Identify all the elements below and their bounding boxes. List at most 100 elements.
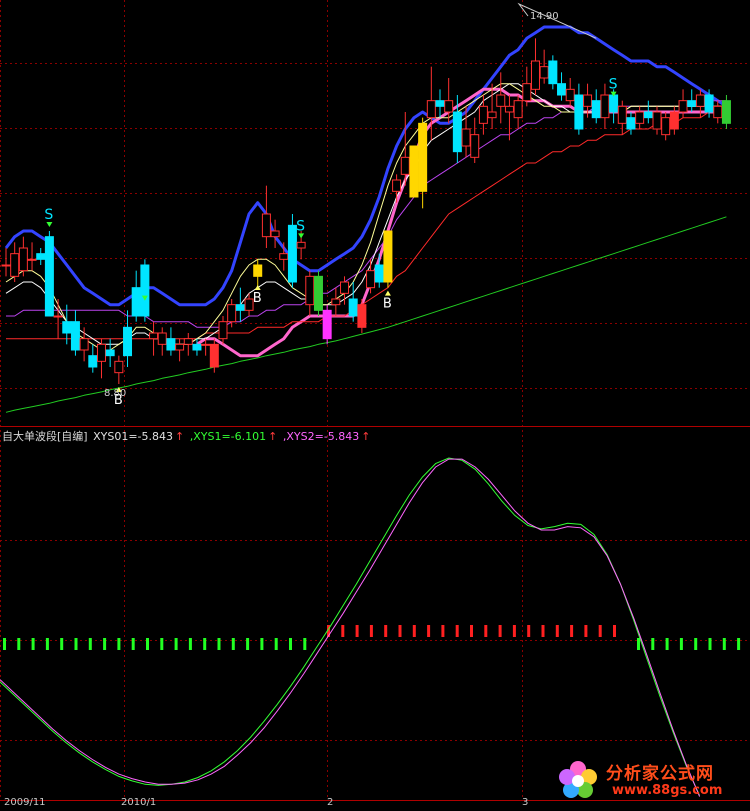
- candle-body: [348, 298, 358, 317]
- candle-body: [305, 275, 315, 306]
- candle-body: [600, 94, 610, 119]
- low-price-label: 8.80: [104, 388, 127, 399]
- x-tick-2009-11: 2009/11: [4, 797, 46, 808]
- signal-tick-red: [512, 625, 516, 637]
- flower-logo-icon: [559, 761, 597, 798]
- signal-tick-red: [427, 625, 431, 637]
- oscillator-lines: [0, 457, 701, 797]
- candle-body: [88, 355, 98, 368]
- signal-tick-red: [384, 625, 388, 637]
- candle-body: [192, 343, 202, 351]
- legend-xys1: ,XYS1=-6.101: [189, 430, 267, 443]
- legend-arrow-3: ↑: [361, 430, 371, 443]
- signal-tick-green: [637, 638, 640, 650]
- candle-body: [418, 122, 428, 192]
- watermark-title: 分析家公式网: [606, 764, 714, 784]
- signal-tick-red: [555, 625, 559, 637]
- candle-body: [183, 338, 193, 345]
- legend-xys01: XYS01=-5.843: [93, 430, 174, 443]
- candle-body: [331, 298, 341, 306]
- candle-body: [591, 100, 601, 119]
- panel-divider: [0, 426, 750, 801]
- candle-body: [10, 253, 20, 277]
- signal-tick-green: [160, 638, 164, 650]
- candle-body: [574, 94, 584, 130]
- candle-body: [652, 111, 662, 130]
- signal-tick-green: [3, 638, 6, 650]
- signal-tick-green: [274, 638, 278, 650]
- signal-tick-green: [246, 638, 250, 650]
- high-price-label: 14.90: [530, 11, 559, 22]
- signal-tick-green: [722, 638, 726, 650]
- signal-tick-green: [203, 638, 207, 650]
- signal-tick-red: [441, 625, 445, 637]
- candle-body: [374, 264, 384, 283]
- candle-body: [53, 315, 63, 318]
- signal-tick-green: [260, 638, 264, 650]
- signal-tick-green: [694, 638, 698, 650]
- candle-body: [96, 343, 106, 362]
- candle-body: [114, 360, 124, 374]
- candle-body: [609, 94, 619, 113]
- buy-arrow-icon: [384, 290, 391, 296]
- candle-body: [687, 100, 697, 107]
- signal-tick-red: [584, 625, 588, 637]
- candle-body: [123, 326, 133, 357]
- candle-body: [539, 66, 549, 79]
- legend-xys2: ,XYS2=-5.843: [282, 430, 360, 443]
- signal-ticks: [3, 625, 741, 650]
- candle-body: [36, 253, 46, 260]
- candle-body: [565, 88, 575, 102]
- candle-body: [227, 304, 237, 323]
- candle-body: [44, 236, 54, 317]
- candle-body: [504, 105, 514, 113]
- signal-tick-green: [31, 638, 35, 650]
- osc-line-xys1: [0, 457, 701, 796]
- candle-body: [426, 100, 436, 119]
- candle-body: [253, 264, 263, 277]
- price-and-indicator-chart: SBSBSBS: [0, 0, 750, 801]
- candle-body: [548, 60, 558, 85]
- candle-body: [392, 179, 402, 192]
- legend-arrow-1: ↑: [175, 430, 185, 443]
- signal-tick-green: [665, 638, 669, 650]
- candle-body: [105, 349, 115, 357]
- candle-body: [496, 94, 506, 107]
- signal-tick-red: [527, 625, 531, 637]
- candle-body: [261, 213, 271, 238]
- signal-tick-green: [651, 638, 655, 650]
- x-tick-2: 2: [327, 797, 334, 808]
- signal-tick-red: [570, 625, 574, 637]
- candle-body: [470, 134, 480, 158]
- sell-arrow-icon: [46, 222, 53, 227]
- buy-marker: B: [383, 297, 392, 312]
- candle-body: [522, 83, 532, 102]
- candle-body: [296, 241, 306, 249]
- candle-body: [626, 117, 636, 130]
- candle-body: [270, 230, 280, 238]
- signal-tick-green: [103, 638, 107, 650]
- signal-tick-green: [17, 638, 21, 650]
- indicator-legend: 自大单波段[自编] XYS01=-5.843 ↑ ,XYS1=-6.101 ↑ ,X…: [2, 428, 373, 443]
- signal-tick-green: [303, 638, 307, 650]
- signal-tick-red: [455, 625, 459, 637]
- signal-tick-green: [146, 638, 149, 650]
- candle-body: [713, 105, 723, 119]
- sell-marker: S: [296, 218, 305, 234]
- signal-tick-green: [737, 638, 741, 650]
- candle-body: [409, 145, 419, 198]
- signal-tick-green: [45, 638, 49, 650]
- candle-body: [235, 304, 245, 311]
- candle-body: [366, 270, 376, 289]
- candle-body: [695, 94, 705, 107]
- candle-body: [157, 332, 167, 345]
- candle-body: [487, 111, 497, 119]
- signal-tick-green: [188, 638, 192, 650]
- candle-body: [279, 253, 289, 260]
- candle-body: [18, 247, 28, 272]
- candle-body: [1, 264, 11, 267]
- sell-arrow-icon: [298, 233, 305, 239]
- signal-tick-green: [88, 638, 92, 650]
- candle-body: [218, 321, 228, 340]
- signal-tick-red: [412, 625, 416, 637]
